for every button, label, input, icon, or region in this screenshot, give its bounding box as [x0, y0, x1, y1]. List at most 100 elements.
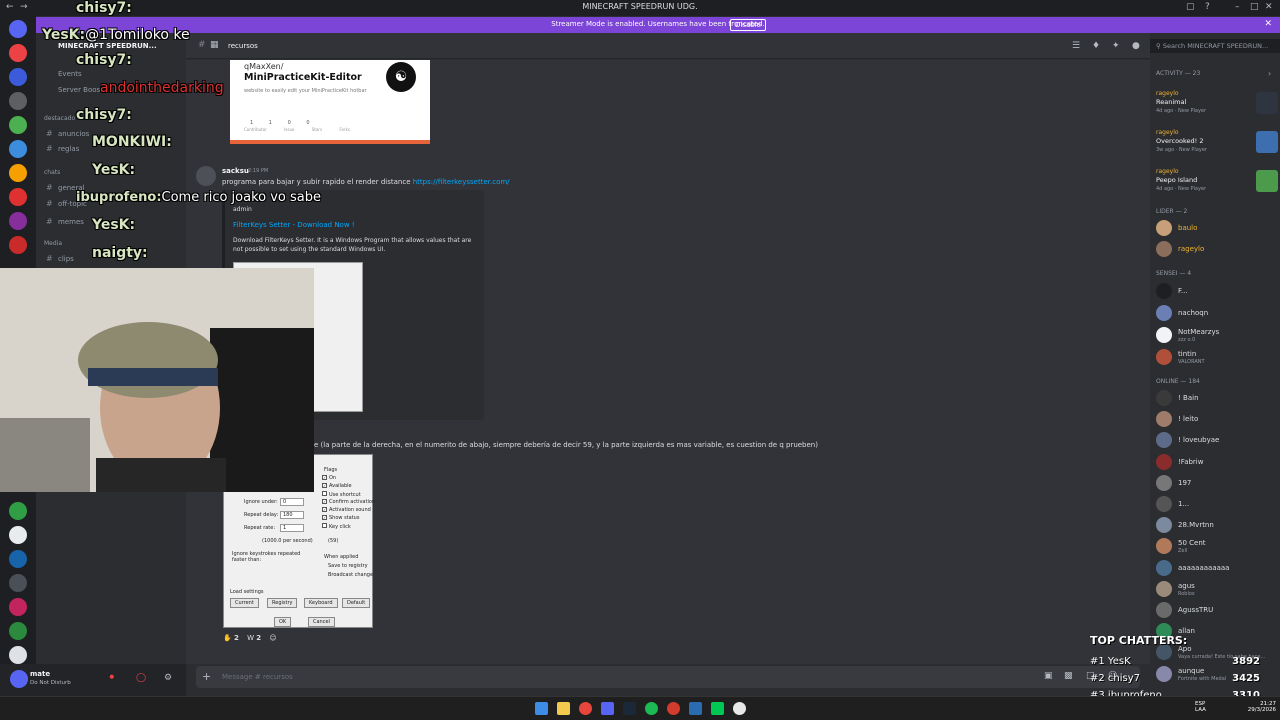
- input-language[interactable]: ESP LAA: [1195, 701, 1206, 713]
- member-row[interactable]: ! loveubyae: [1150, 430, 1280, 450]
- add-attachment-icon[interactable]: +: [202, 670, 211, 683]
- inbox-icon[interactable]: ▢: [1186, 2, 1195, 12]
- activity-thumbnail[interactable]: [1256, 92, 1278, 114]
- server-icon[interactable]: [9, 550, 27, 568]
- server-icon[interactable]: [9, 116, 27, 134]
- member-row[interactable]: AgussTRU: [1150, 600, 1280, 620]
- home-icon[interactable]: [9, 20, 27, 38]
- app-icon[interactable]: [711, 702, 724, 715]
- app-icon[interactable]: [733, 702, 746, 715]
- steam-icon[interactable]: [623, 702, 636, 715]
- message-link[interactable]: https://filterkeyssetter.com/: [413, 178, 510, 186]
- mute-icon[interactable]: ⚫: [108, 673, 116, 683]
- member-row[interactable]: 50 Cent Zell: [1150, 536, 1280, 556]
- member-row[interactable]: aaaaaaaaaaaa: [1150, 558, 1280, 578]
- category-destacado[interactable]: destacado: [44, 115, 75, 122]
- close-icon[interactable]: ✕: [1265, 2, 1273, 12]
- member-row[interactable]: 1...: [1150, 494, 1280, 514]
- events-item[interactable]: Events: [58, 70, 82, 78]
- clock[interactable]: 21:27 29/3/2026: [1240, 701, 1276, 713]
- message-author[interactable]: sacksu: [222, 167, 249, 175]
- gif-icon[interactable]: ▩: [1064, 671, 1073, 681]
- member-list-icon[interactable]: ●: [1132, 41, 1140, 51]
- server-icon[interactable]: [9, 622, 27, 640]
- file-explorer-icon[interactable]: [557, 702, 570, 715]
- app-icon[interactable]: [667, 702, 680, 715]
- server-icon[interactable]: [9, 526, 27, 544]
- windows-start-icon[interactable]: [535, 702, 548, 715]
- server-icon[interactable]: [9, 598, 27, 616]
- default-button: Default: [342, 598, 371, 608]
- chrome-icon[interactable]: [579, 702, 592, 715]
- category-media[interactable]: Media: [44, 240, 62, 247]
- member-row[interactable]: !Fabriw: [1150, 452, 1280, 472]
- server-name[interactable]: MINECRAFT SPEEDRUN...: [58, 42, 157, 50]
- member-row[interactable]: F...: [1150, 281, 1280, 301]
- server-icon[interactable]: [9, 236, 27, 254]
- channel-anuncios[interactable]: anuncios: [58, 130, 89, 138]
- message-input[interactable]: Message # recursos: [222, 673, 293, 681]
- minimize-icon[interactable]: –: [1235, 2, 1240, 12]
- pin-icon[interactable]: ✦: [1112, 41, 1120, 51]
- server-icon[interactable]: [9, 574, 27, 592]
- reaction-wave[interactable]: ✋ 2: [223, 634, 239, 642]
- avatar[interactable]: [10, 670, 28, 688]
- channel-memes[interactable]: memes: [58, 218, 84, 226]
- server-icon[interactable]: [9, 164, 27, 182]
- settings-gear-icon[interactable]: ⚙: [164, 673, 172, 683]
- server-icon[interactable]: [9, 92, 27, 110]
- member-row[interactable]: NotMearzys zzz o.0: [1150, 325, 1280, 345]
- avatar[interactable]: [196, 166, 216, 186]
- banner-close-icon[interactable]: ✕: [1264, 19, 1272, 29]
- server-icon[interactable]: [9, 212, 27, 230]
- avatar: [1156, 220, 1172, 236]
- threads-icon[interactable]: ☰: [1072, 41, 1080, 51]
- reaction-w[interactable]: W 2: [247, 634, 261, 642]
- server-icon[interactable]: [9, 502, 27, 520]
- channel-clips[interactable]: clips: [58, 255, 74, 263]
- activity-game[interactable]: Peepo Island: [1156, 176, 1197, 184]
- activity-user[interactable]: rageylo: [1156, 168, 1179, 175]
- github-embed-card[interactable]: qMaxXen/ MiniPracticeKit-Editor website …: [230, 60, 430, 144]
- gift-icon[interactable]: ▣: [1044, 671, 1053, 681]
- spotify-icon[interactable]: [645, 702, 658, 715]
- server-icon[interactable]: [9, 68, 27, 86]
- server-icon[interactable]: [9, 188, 27, 206]
- member-row[interactable]: nachoqn: [1150, 303, 1280, 323]
- notifications-bell-icon[interactable]: ♦: [1092, 41, 1100, 51]
- search-input[interactable]: ⚲ Search MINECRAFT SPEEDRUN...: [1150, 39, 1280, 53]
- activity-game[interactable]: Reanimal: [1156, 98, 1186, 106]
- maximize-icon[interactable]: □: [1250, 2, 1259, 12]
- server-icon[interactable]: [9, 44, 27, 62]
- chat-username: naigty:: [92, 245, 148, 261]
- activity-user[interactable]: rageylo: [1156, 90, 1179, 97]
- app-icon[interactable]: [689, 702, 702, 715]
- member-row[interactable]: tintin VALORANT: [1150, 347, 1280, 367]
- reactions: ✋ 2 W 2 ☺: [223, 634, 283, 642]
- server-icon[interactable]: [9, 646, 27, 664]
- member-row[interactable]: rageylo: [1150, 239, 1280, 259]
- message-composer[interactable]: + Message # recursos ▣ ▩ □ ☺: [196, 666, 1140, 688]
- member-row[interactable]: ! leito: [1150, 409, 1280, 429]
- channel-reglas[interactable]: reglas: [58, 145, 79, 153]
- discord-icon[interactable]: [601, 702, 614, 715]
- server-icon[interactable]: [9, 140, 27, 158]
- repeat-rate-label: Repeat rate:: [244, 525, 276, 531]
- help-icon[interactable]: ?: [1205, 2, 1210, 12]
- activity-game[interactable]: Overcooked! 2: [1156, 137, 1203, 145]
- deafen-icon[interactable]: ◯: [136, 673, 146, 683]
- disable-streamer-button[interactable]: Disable: [730, 19, 766, 31]
- user-name[interactable]: mate: [30, 670, 50, 678]
- member-row[interactable]: baulo: [1150, 218, 1280, 238]
- member-row[interactable]: ! Bain: [1150, 388, 1280, 408]
- add-reaction-icon[interactable]: ☺: [269, 634, 276, 642]
- embed-title-link[interactable]: FilterKeys Setter - Download Now !: [233, 221, 355, 229]
- category-chats[interactable]: chats: [44, 169, 60, 176]
- member-row[interactable]: 197: [1150, 473, 1280, 493]
- activity-thumbnail[interactable]: [1256, 170, 1278, 192]
- member-row[interactable]: agus Roblox: [1150, 579, 1280, 599]
- activity-thumbnail[interactable]: [1256, 131, 1278, 153]
- member-row[interactable]: 28.Mvrtnn: [1150, 515, 1280, 535]
- activity-user[interactable]: rageylo: [1156, 129, 1179, 136]
- chevron-right-icon[interactable]: ›: [1268, 69, 1271, 78]
